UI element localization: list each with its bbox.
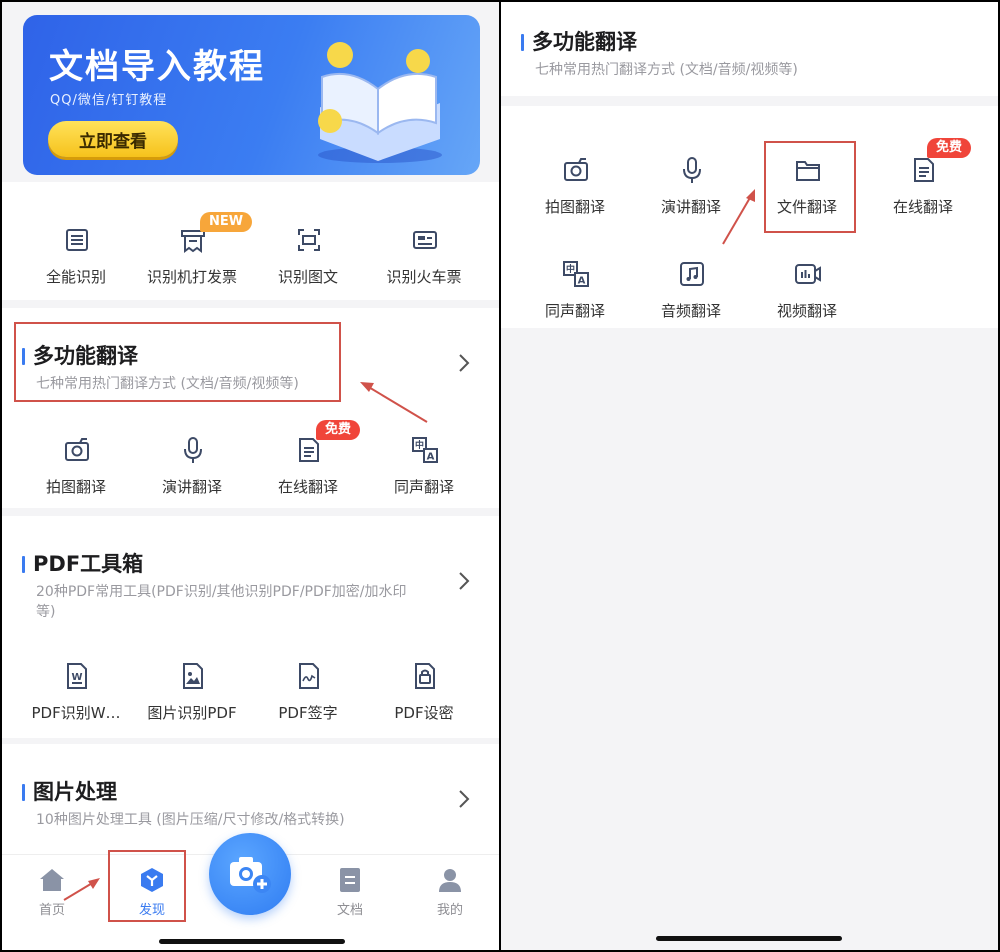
right-screen: 多功能翻译 七种常用热门翻译方式 (文档/音频/视频等) 拍图翻译 演讲翻译 文…: [501, 2, 998, 950]
home-indicator: [656, 936, 842, 941]
annotation-arrow-icon: [63, 878, 100, 901]
annotation-arrow-icon: [722, 189, 755, 245]
left-screen: 文档导入教程 QQ/微信/钉钉教程 立即查看 全能识别 识别机打发票 NEW 识…: [2, 2, 499, 950]
